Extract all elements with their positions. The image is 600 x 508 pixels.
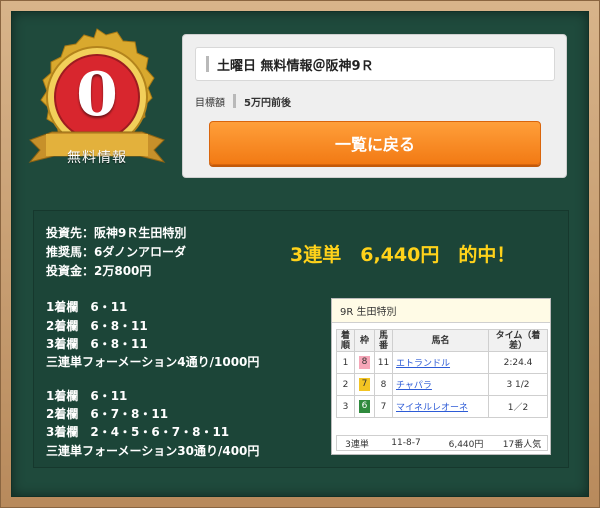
header-time: タイム（着差） — [488, 329, 548, 352]
header-rank: 着順 — [336, 329, 355, 352]
set2-formation: 三連単フォーメーション30通り/400円 — [46, 444, 260, 458]
payout-combo: 11-8-7 — [391, 438, 421, 448]
time-cell: 1／2 — [488, 395, 548, 418]
set1-first: 1着欄 6・11 — [46, 300, 128, 314]
frame-cell: 6 — [354, 395, 375, 418]
info-card: 土曜日 無料情報＠阪神9Ｒ 目標額 5万円前後 一覧に戻る — [182, 34, 567, 178]
header-horse-name: 馬名 — [392, 329, 489, 352]
frame-badge: 6 — [359, 400, 370, 413]
investment-amount: 投資金：2万800円 — [46, 264, 152, 278]
frame-badge: 8 — [359, 356, 370, 369]
set1-formation: 三連単フォーメーション4通り/1000円 — [46, 355, 260, 369]
number-cell: 11 — [374, 351, 393, 374]
set2-second: 2着欄 6・7・8・11 — [46, 407, 169, 421]
race-name: 9R 生田特別 — [332, 299, 550, 323]
free-info-medal: 0 無料情報 — [22, 22, 172, 182]
table-row: 2 7 8 チャパラ 3 1/2 — [336, 373, 548, 396]
payout-popularity: 17番人気 — [502, 439, 542, 450]
rank-cell: 2 — [336, 373, 355, 396]
medal-label: 無料情報 — [67, 150, 127, 166]
set2-third: 3着欄 2・4・5・6・7・8・11 — [46, 425, 230, 439]
race-result: 9R 生田特別 着順 枠 馬番 馬名 タイム（着差） 1 8 11 エトランドル… — [331, 298, 551, 455]
frame-cell: 8 — [354, 351, 375, 374]
header-number: 馬番 — [374, 329, 393, 352]
back-to-list-button[interactable]: 一覧に戻る — [209, 121, 541, 165]
recommended-horse: 推奨馬：6ダノンアローダ — [46, 245, 186, 259]
table-row: 1 8 11 エトランドル 2:24.4 — [336, 351, 548, 374]
title-bar-icon — [206, 56, 209, 72]
horse-name-link[interactable]: マイネルレオーネ — [392, 395, 489, 418]
set1-third: 3着欄 6・8・11 — [46, 337, 148, 351]
number-cell: 7 — [374, 395, 393, 418]
target-label: 目標額 — [195, 97, 225, 109]
rank-cell: 3 — [336, 395, 355, 418]
header-frame: 枠 — [354, 329, 375, 352]
hit-announcement: 3連単 6,440円 的中！ — [290, 244, 516, 266]
table-row: 3 6 7 マイネルレオーネ 1／2 — [336, 395, 548, 418]
investment-target: 投資先：阪神9Ｒ生田特別 — [46, 226, 187, 240]
page-title-text: 土曜日 無料情報＠阪神9Ｒ — [217, 58, 374, 74]
target-amount-row: 目標額 5万円前後 — [195, 91, 291, 111]
frame-badge: 7 — [359, 378, 370, 391]
horse-name-link[interactable]: チャパラ — [392, 373, 489, 396]
target-value: 5万円前後 — [244, 97, 291, 109]
set1-second: 2着欄 6・8・11 — [46, 319, 148, 333]
frame-cell: 7 — [354, 373, 375, 396]
horse-name-link[interactable]: エトランドル — [392, 351, 489, 374]
payout-type: 3連単 — [345, 439, 369, 450]
number-cell: 8 — [374, 373, 393, 396]
payout-row: 3連単 11-8-7 6,440円 17番人気 — [336, 435, 548, 451]
time-cell: 3 1/2 — [488, 373, 548, 396]
target-bar-icon — [233, 94, 236, 108]
payout-amount: 6,440円 — [448, 439, 484, 450]
time-cell: 2:24.4 — [488, 351, 548, 374]
set2-first: 1着欄 6・11 — [46, 389, 128, 403]
medal-number: 0 — [76, 60, 118, 130]
rank-cell: 1 — [336, 351, 355, 374]
result-table: 着順 枠 馬番 馬名 タイム（着差） 1 8 11 エトランドル 2:24.4 … — [336, 329, 548, 418]
page-title: 土曜日 無料情報＠阪神9Ｒ — [195, 47, 555, 81]
